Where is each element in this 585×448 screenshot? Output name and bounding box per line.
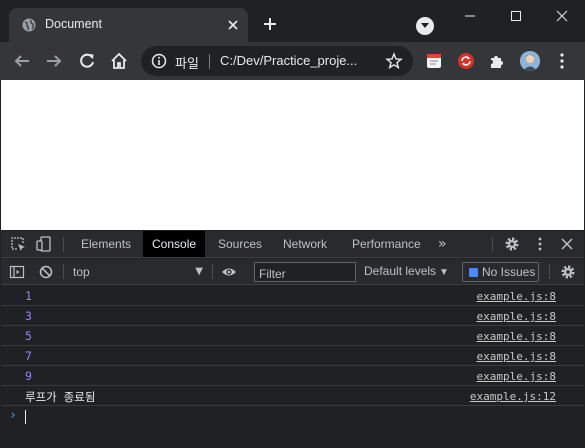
- toolbar-divider: [492, 237, 493, 252]
- console-toolbar: top ▼ Default levels▼ No Issues: [1, 259, 584, 285]
- log-row: 9 example.js:8: [1, 366, 584, 386]
- log-message: 7: [25, 349, 32, 363]
- chevron-down-icon: [421, 23, 429, 28]
- browser-tab[interactable]: Document: [9, 8, 248, 42]
- console-prompt[interactable]: ›: [1, 407, 584, 427]
- devtools-tab-bar: Elements Console Sources Network Perform…: [1, 231, 584, 258]
- reload-icon[interactable]: [78, 52, 96, 70]
- home-icon[interactable]: [110, 52, 128, 70]
- inspect-element-icon[interactable]: [10, 236, 26, 252]
- filter-input[interactable]: [255, 265, 355, 283]
- log-message: 1: [25, 289, 32, 303]
- close-icon: [556, 10, 568, 22]
- more-tabs-icon[interactable]: »: [438, 236, 447, 252]
- tab-performance[interactable]: Performance: [343, 231, 430, 257]
- log-message: 9: [25, 369, 32, 383]
- maximize-button[interactable]: [493, 0, 539, 30]
- more-menu-icon[interactable]: [559, 53, 565, 69]
- context-selector[interactable]: top ▼: [67, 263, 205, 281]
- issues-icon: [469, 268, 478, 277]
- log-row: 5 example.js:8: [1, 326, 584, 346]
- globe-icon: [22, 18, 36, 32]
- log-source-link[interactable]: example.js:8: [477, 310, 556, 323]
- toolbar-divider: [63, 264, 64, 279]
- toolbar-divider: [63, 237, 64, 252]
- caret-down-icon: ▼: [195, 266, 203, 277]
- device-toolbar-icon[interactable]: [36, 236, 52, 252]
- tab-search-button[interactable]: [416, 17, 434, 35]
- forward-icon[interactable]: [45, 52, 63, 70]
- minimize-button[interactable]: [447, 0, 493, 30]
- log-levels-dropdown[interactable]: Default levels ▼: [364, 264, 449, 278]
- close-window-button[interactable]: [539, 0, 585, 30]
- context-label: top: [73, 265, 90, 279]
- tab-title: Document: [45, 17, 102, 31]
- log-row: 1 example.js:8: [1, 286, 584, 306]
- profile-avatar[interactable]: [520, 51, 540, 71]
- profile-avatar-icon: [520, 51, 540, 71]
- customize-menu-icon[interactable]: [532, 236, 548, 252]
- log-row: 루프가 종료됨 example.js:12: [1, 386, 584, 406]
- note-extension-icon[interactable]: [425, 52, 443, 70]
- log-message: 5: [25, 329, 32, 343]
- maximize-icon: [511, 11, 521, 21]
- log-source-link[interactable]: example.js:12: [470, 390, 556, 403]
- settings-gear-icon[interactable]: [504, 236, 520, 252]
- tab-sources[interactable]: Sources: [209, 231, 271, 257]
- address-bar[interactable]: 파일 C:/Dev/Practice_proje...: [141, 46, 413, 76]
- log-message: 3: [25, 309, 32, 323]
- log-row: 3 example.js:8: [1, 306, 584, 326]
- url-text[interactable]: C:/Dev/Practice_proje...: [220, 53, 357, 68]
- sync-extension-icon[interactable]: [457, 52, 475, 70]
- console-settings-gear-icon[interactable]: [560, 264, 576, 280]
- tab-elements[interactable]: Elements: [72, 231, 140, 257]
- log-source-link[interactable]: example.js:8: [477, 330, 556, 343]
- close-devtools-icon[interactable]: [559, 236, 575, 252]
- devtools-panel: Elements Console Sources Network Perform…: [1, 231, 584, 447]
- toolbar-divider: [549, 264, 550, 279]
- caret-down-icon: ▼: [439, 267, 449, 278]
- puzzle-extension-icon[interactable]: [488, 52, 506, 70]
- page-viewport: [1, 80, 584, 230]
- log-source-link[interactable]: example.js:8: [477, 290, 556, 303]
- browser-toolbar: 파일 C:/Dev/Practice_proje...: [0, 42, 585, 80]
- minimize-icon: [465, 15, 475, 17]
- eye-icon[interactable]: [221, 264, 237, 280]
- console-output: 1 example.js:8 3 example.js:8 5 example.…: [1, 286, 584, 447]
- bookmark-star-icon[interactable]: [385, 52, 403, 70]
- log-row: 7 example.js:8: [1, 346, 584, 366]
- new-tab-icon[interactable]: [262, 16, 278, 32]
- info-icon[interactable]: [151, 53, 167, 69]
- clear-console-icon[interactable]: [38, 264, 54, 280]
- issues-label: No Issues: [482, 265, 536, 279]
- address-divider: [209, 54, 210, 69]
- prompt-chevron-icon: ›: [9, 408, 17, 423]
- filter-input-wrapper: [254, 262, 356, 283]
- scheme-label: 파일: [175, 57, 199, 72]
- toolbar-divider: [212, 264, 213, 279]
- title-bar: Document: [0, 0, 585, 42]
- log-source-link[interactable]: example.js:8: [477, 350, 556, 363]
- sidebar-toggle-icon[interactable]: [9, 264, 25, 280]
- issues-button[interactable]: No Issues: [462, 262, 539, 282]
- tab-console[interactable]: Console: [143, 231, 206, 257]
- tab-close-icon[interactable]: [226, 18, 240, 32]
- tab-network[interactable]: Network: [274, 231, 336, 257]
- back-icon[interactable]: [13, 52, 31, 70]
- log-source-link[interactable]: example.js:8: [477, 370, 556, 383]
- log-message: 루프가 종료됨: [25, 390, 96, 404]
- text-cursor: [25, 410, 26, 424]
- log-levels-label: Default levels: [364, 264, 437, 278]
